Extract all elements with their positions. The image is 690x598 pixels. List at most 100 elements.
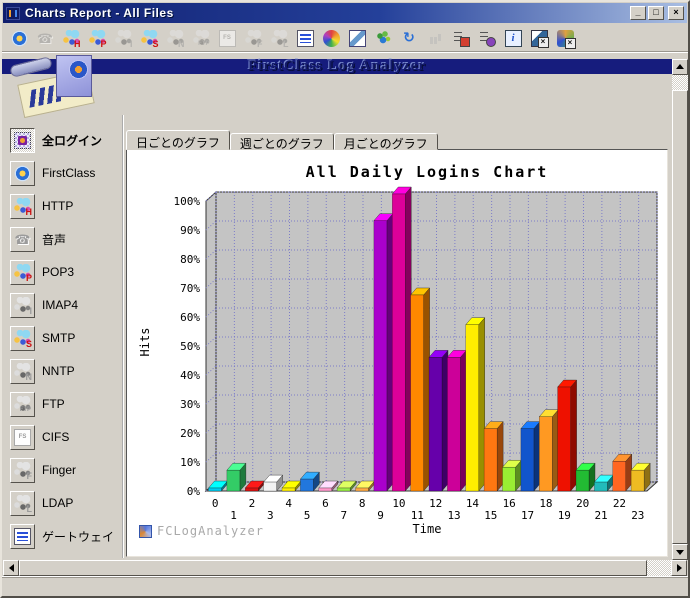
sidebar-item-label: IMAP4 [42, 298, 78, 312]
toolbar-imap4-button[interactable]: I [110, 26, 136, 50]
smtp-icon-button[interactable]: S [10, 326, 35, 351]
toolbar-ftp-button[interactable]: FTP [188, 26, 214, 50]
toolbar-pop3-button[interactable]: P [84, 26, 110, 50]
toolbar-refresh-button[interactable] [396, 26, 422, 50]
bar-hour-23 [631, 470, 644, 491]
sidebar-item-gateway[interactable]: ゲートウェイ [10, 523, 118, 549]
sidebar-item-smtp[interactable]: S SMTP [10, 325, 118, 351]
vertical-scroll-thumb[interactable] [672, 90, 688, 544]
sidebar-item-voice[interactable]: 音声 [10, 226, 118, 252]
voice-icon-button[interactable] [10, 227, 35, 252]
bar-hour-8 [356, 488, 369, 491]
toolbar-histogram-button[interactable] [422, 26, 448, 50]
nntp-icon-button[interactable]: N [10, 359, 35, 384]
H-molecule-icon: H [14, 198, 31, 215]
bar-hour-6 [319, 488, 332, 491]
horizontal-scrollbar[interactable] [3, 560, 687, 576]
status-bar [2, 576, 688, 598]
toolbar-statistics-button[interactable] [370, 26, 396, 50]
sidebar-item-ftp[interactable]: FTP FTP [10, 391, 118, 417]
I-molecule-icon: I [14, 297, 31, 314]
tab-daily[interactable]: 日ごとのグラフ [126, 130, 230, 150]
bar-side [405, 187, 411, 491]
sidebar-item-ldap[interactable]: LLDAP [10, 490, 118, 516]
svg-text:5: 5 [304, 509, 311, 522]
sidebar-item-cifs[interactable]: FS CIFS [10, 424, 118, 450]
tab-monthly[interactable]: 月ごとのグラフ [334, 133, 438, 150]
pop3-icon-button[interactable]: P [10, 260, 35, 285]
ldap-icon-button[interactable]: L [10, 491, 35, 516]
all-logins-icon-button[interactable] [10, 128, 35, 153]
toolbar-all-logins-button[interactable] [6, 26, 32, 50]
bar-hour-18 [539, 417, 552, 491]
sidebar-item-all-logins[interactable]: 全ログイン [10, 127, 118, 153]
sidebar-item-label: CIFS [42, 430, 69, 444]
svg-text:Hits: Hits [138, 328, 152, 357]
toolbar-finger-button[interactable]: F [240, 26, 266, 50]
app-icon [6, 7, 20, 20]
FTP-molecule-icon: FTP [193, 30, 210, 47]
imap4-icon-button[interactable]: I [10, 293, 35, 318]
gateway-icon-button[interactable] [10, 524, 35, 549]
vertical-scrollbar[interactable] [672, 59, 688, 560]
sidebar-item-label: FTP [42, 397, 65, 411]
sidebar-item-firstclass[interactable]: FirstClass [10, 160, 118, 186]
svg-text:19: 19 [558, 509, 571, 522]
bar-hour-15 [484, 429, 497, 491]
svg-text:0%: 0% [187, 485, 201, 498]
toolbar-ldap-button[interactable]: L [266, 26, 292, 50]
toolbar-report-purple-button[interactable] [474, 26, 500, 50]
ftp-icon-button[interactable]: FTP [10, 392, 35, 417]
toolbar-close-report-button[interactable] [526, 26, 552, 50]
maximize-button[interactable]: □ [648, 6, 664, 20]
svg-text:50%: 50% [180, 340, 200, 353]
svg-text:20: 20 [576, 497, 589, 510]
svg-text:90%: 90% [180, 224, 200, 237]
sidebar-item-imap4[interactable]: I IMAP4 [10, 292, 118, 318]
toolbar-nntp-button[interactable]: N [162, 26, 188, 50]
cifs-icon-button[interactable]: FS [10, 425, 35, 450]
toolbar: HPISN FTPFSFL [2, 24, 688, 53]
toolbar-sessions-button[interactable] [318, 26, 344, 50]
toolbar-smtp-button[interactable]: S [136, 26, 162, 50]
toolbar-image-report-button[interactable] [344, 26, 370, 50]
bar-hour-12 [429, 357, 442, 491]
doc-icon [14, 528, 31, 545]
toolbar-gateway-button[interactable] [292, 26, 318, 50]
sidebar-item-http[interactable]: HHTTP [10, 193, 118, 219]
scroll-left-button[interactable] [3, 560, 19, 576]
scroll-right-button[interactable] [671, 560, 687, 576]
sidebar-item-label: SMTP [42, 331, 75, 345]
svg-text:14: 14 [466, 497, 480, 510]
info-icon [505, 30, 522, 47]
L-molecule-icon: L [14, 495, 31, 512]
toolbar-voice-button[interactable] [32, 26, 58, 50]
bar-side [552, 410, 558, 491]
svg-text:17: 17 [521, 509, 534, 522]
sidebar-item-nntp[interactable]: NNNTP [10, 358, 118, 384]
toolbar-cifs-button[interactable]: FS [214, 26, 240, 50]
svg-text:23: 23 [631, 509, 644, 522]
close-button[interactable]: × [668, 6, 684, 20]
bar-hour-10 [392, 194, 405, 491]
horizontal-scroll-thumb[interactable] [19, 560, 647, 576]
toolbar-report-red-button[interactable] [448, 26, 474, 50]
N-molecule-icon: N [14, 363, 31, 380]
scroll-down-button[interactable] [672, 544, 688, 560]
finger-icon-button[interactable]: F [10, 458, 35, 483]
minimize-button[interactable]: _ [630, 6, 646, 20]
scroll-up-button[interactable] [672, 59, 688, 75]
svg-text:All Daily Logins Chart: All Daily Logins Chart [306, 163, 549, 181]
sidebar-item-finger[interactable]: FFinger [10, 457, 118, 483]
bar-hour-22 [613, 461, 626, 491]
sidebar-item-pop3[interactable]: PPOP3 [10, 259, 118, 285]
image-icon [349, 30, 366, 47]
titlebar: Charts Report - All Files _ □ × [3, 3, 687, 23]
toolbar-http-button[interactable]: H [58, 26, 84, 50]
toolbar-info-report-button[interactable] [500, 26, 526, 50]
http-icon-button[interactable]: H [10, 194, 35, 219]
toolbar-exit-report-button[interactable] [552, 26, 578, 50]
firstclass-icon-button[interactable] [10, 161, 35, 186]
sidebar: 全ログイン FirstClass HHTTP 音声 PPOP3 I IMAP4 S SMTP NN… [6, 115, 124, 558]
tab-weekly[interactable]: 週ごとのグラフ [230, 133, 334, 150]
